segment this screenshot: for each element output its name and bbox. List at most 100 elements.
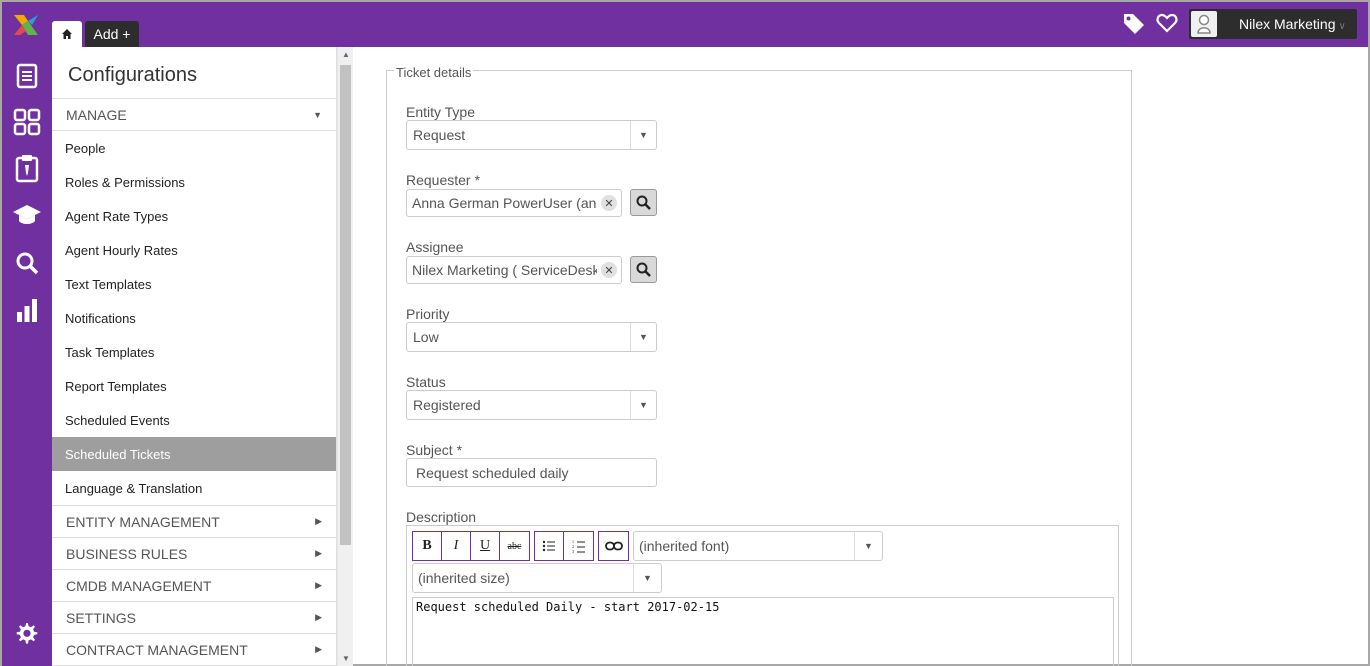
heart-icon[interactable]	[1156, 12, 1178, 34]
sidebar-item-language-translation[interactable]: Language & Translation	[52, 471, 336, 505]
top-bar: Add + Nilex Marketing ∨	[2, 2, 1368, 47]
search-icon[interactable]	[12, 248, 42, 278]
description-label: Description	[406, 509, 477, 525]
select-value: (inherited font)	[639, 538, 730, 554]
section-label: CONTRACT MANAGEMENT	[66, 641, 248, 658]
requester-field[interactable]: Anna German PowerUser (anna ✕	[406, 189, 622, 217]
caret-right-icon: ▶	[315, 548, 322, 558]
sidebar-item-task-templates[interactable]: Task Templates	[52, 335, 336, 369]
entity-type-label: Entity Type	[406, 104, 476, 120]
icon-rail	[2, 47, 52, 666]
assignee-label: Assignee	[406, 239, 464, 255]
dashboard-icon[interactable]	[12, 107, 42, 137]
sidebar-item-scheduled-tickets[interactable]: Scheduled Tickets	[52, 437, 336, 471]
section-business-rules[interactable]: BUSINESS RULES ▶	[52, 538, 336, 570]
select-value: Low	[413, 329, 439, 345]
scrollbar-thumb[interactable]	[340, 65, 351, 545]
link-button-group	[598, 531, 629, 561]
clear-icon[interactable]: ✕	[601, 195, 617, 211]
tag-icon[interactable]	[1122, 12, 1146, 34]
caret-down-icon: ▼	[630, 391, 656, 419]
graduation-cap-icon[interactable]	[12, 200, 42, 230]
sidebar-item-roles-permissions[interactable]: Roles & Permissions	[52, 165, 336, 199]
font-size-select[interactable]: (inherited size) ▼	[412, 563, 662, 593]
clear-icon[interactable]: ✕	[601, 262, 617, 278]
underline-button[interactable]: U	[471, 532, 500, 560]
scroll-down-icon[interactable]: ▼	[341, 654, 351, 663]
fieldset-legend: Ticket details	[394, 65, 474, 80]
bullet-list-button[interactable]	[535, 532, 564, 560]
numbered-list-icon: 123	[572, 539, 585, 553]
requester-value: Anna German PowerUser (anna	[412, 195, 597, 211]
caret-down-icon: ▼	[854, 532, 882, 560]
font-family-select[interactable]: (inherited font) ▼	[633, 531, 883, 561]
entity-type-select[interactable]: Request ▼	[406, 120, 657, 150]
list-button-group: 123	[534, 531, 594, 561]
section-entity-management[interactable]: ENTITY MANAGEMENT ▶	[52, 506, 336, 538]
caret-right-icon: ▶	[315, 612, 322, 622]
bold-button[interactable]: B	[413, 532, 442, 560]
svg-text:3: 3	[572, 549, 574, 553]
clipboard-icon[interactable]	[12, 153, 42, 183]
select-value: Request	[413, 127, 466, 143]
section-manage[interactable]: MANAGE ▼	[52, 99, 336, 131]
scroll-up-icon[interactable]: ▲	[341, 50, 351, 59]
section-label: ENTITY MANAGEMENT	[66, 513, 220, 530]
section-contract-management[interactable]: CONTRACT MANAGEMENT ▶	[52, 634, 336, 666]
search-icon	[636, 195, 651, 210]
strikethrough-button[interactable]: abc	[500, 532, 529, 560]
status-select[interactable]: Registered ▼	[406, 390, 657, 420]
sidebar-item-scheduled-events[interactable]: Scheduled Events	[52, 403, 336, 437]
user-avatar-icon	[1191, 11, 1217, 37]
sidebar-item-notifications[interactable]: Notifications	[52, 301, 336, 335]
caret-down-icon: ▼	[313, 109, 322, 120]
logo-icon[interactable]	[12, 13, 40, 37]
requester-search-button[interactable]	[630, 189, 657, 216]
user-name: Nilex Marketing	[1239, 16, 1336, 32]
priority-label: Priority	[406, 306, 450, 322]
subject-input[interactable]: Request scheduled daily	[406, 458, 657, 487]
sidebar-item-people[interactable]: People	[52, 131, 336, 165]
assignee-value: Nilex Marketing ( ServiceDesk )	[412, 262, 597, 278]
sidebar-item-agent-rate-types[interactable]: Agent Rate Types	[52, 199, 336, 233]
bar-chart-icon[interactable]	[12, 295, 42, 325]
status-label: Status	[406, 374, 446, 390]
requester-label: Requester *	[406, 172, 480, 188]
sidebar-item-text-templates[interactable]: Text Templates	[52, 267, 336, 301]
assignee-field[interactable]: Nilex Marketing ( ServiceDesk ) ✕	[406, 256, 622, 284]
caret-down-icon: ▼	[630, 323, 656, 351]
select-value: (inherited size)	[418, 570, 510, 586]
section-label: CMDB MANAGEMENT	[66, 577, 212, 594]
sidebar-scrollbar[interactable]: ▲ ▼	[337, 47, 353, 666]
select-value: Registered	[413, 397, 481, 413]
link-button[interactable]	[599, 532, 628, 560]
description-textarea[interactable]: Request scheduled Daily - start 2017-02-…	[412, 597, 1114, 666]
link-icon	[604, 541, 623, 551]
section-settings[interactable]: SETTINGS ▶	[52, 602, 336, 634]
italic-button[interactable]: I	[442, 532, 471, 560]
add-tab-button[interactable]: Add +	[85, 21, 139, 47]
section-label: SETTINGS	[66, 609, 137, 626]
section-label: BUSINESS RULES	[66, 545, 188, 562]
caret-down-icon: ▼	[633, 564, 661, 592]
sidebar-title: Configurations	[52, 47, 336, 99]
home-icon	[62, 29, 72, 39]
numbered-list-button[interactable]: 123	[564, 532, 593, 560]
document-icon[interactable]	[12, 61, 42, 91]
section-cmdb-management[interactable]: CMDB MANAGEMENT ▶	[52, 570, 336, 602]
caret-right-icon: ▶	[315, 580, 322, 590]
sidebar-item-agent-hourly-rates[interactable]: Agent Hourly Rates	[52, 233, 336, 267]
user-menu[interactable]: Nilex Marketing ∨	[1189, 9, 1357, 39]
format-button-group: B I U abc	[412, 531, 530, 561]
caret-right-icon: ▶	[315, 644, 322, 654]
sidebar-item-report-templates[interactable]: Report Templates	[52, 369, 336, 403]
caret-right-icon: ▶	[315, 516, 322, 526]
priority-select[interactable]: Low ▼	[406, 322, 657, 352]
chevron-down-icon: ∨	[1338, 20, 1346, 32]
caret-down-icon: ▼	[630, 121, 656, 149]
bullet-list-icon	[542, 540, 555, 552]
search-icon	[636, 262, 651, 277]
home-tab[interactable]	[52, 21, 82, 47]
gear-icon[interactable]	[12, 618, 42, 648]
assignee-search-button[interactable]	[630, 256, 657, 283]
